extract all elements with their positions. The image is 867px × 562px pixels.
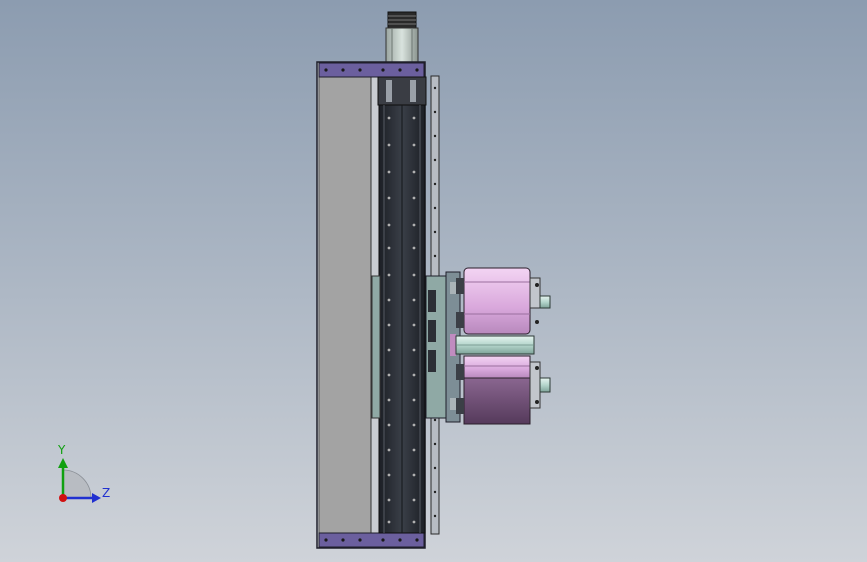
z-axis-label: Z <box>102 486 111 500</box>
upper-motor-module <box>456 267 551 335</box>
top-end-plate <box>318 62 425 78</box>
3d-viewport[interactable]: Y Z <box>0 0 867 562</box>
cad-model-view[interactable] <box>0 0 867 562</box>
bottom-end-plate <box>318 532 425 548</box>
lower-motor-module <box>456 355 551 425</box>
origin-marker <box>59 494 67 502</box>
linear-rail <box>378 104 426 534</box>
center-shaft <box>455 335 535 355</box>
y-axis-label: Y <box>58 443 66 457</box>
motor-coupling <box>377 76 427 106</box>
coordinate-triad <box>58 458 101 503</box>
triad-plane-icon <box>62 469 92 499</box>
top-motor <box>385 11 419 63</box>
